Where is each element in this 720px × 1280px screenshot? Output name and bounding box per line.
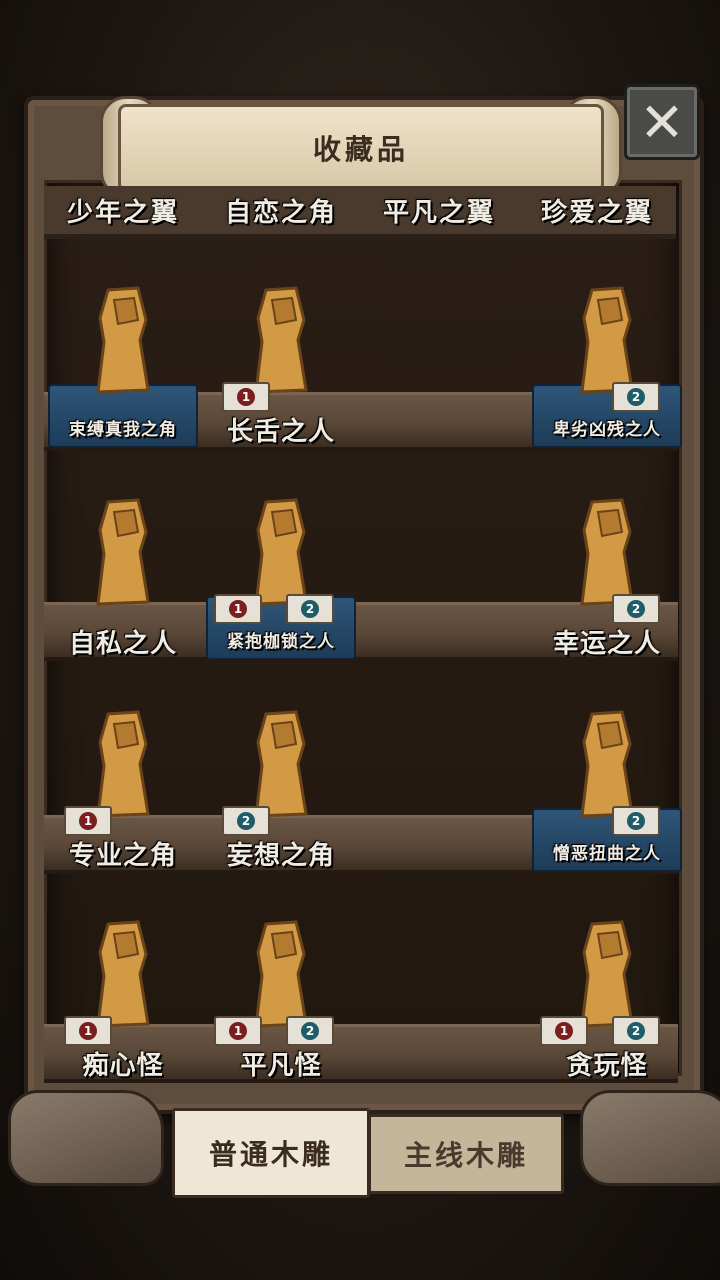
level-card-icon: 1 bbox=[222, 382, 270, 412]
top-label[interactable]: 珍爱之翼 bbox=[541, 192, 653, 229]
page-title: 收藏品 bbox=[312, 133, 409, 166]
collectible-slot[interactable]: 2 卑劣凶残之人 bbox=[532, 248, 682, 448]
level-card-icon: 2 bbox=[286, 1016, 334, 1046]
collectible-name: 束缚真我之角 bbox=[69, 420, 177, 440]
collectible-name: 贪玩怪 bbox=[566, 1051, 648, 1081]
level-card-icon: 2 bbox=[612, 382, 660, 412]
rock-decoration-left bbox=[8, 1090, 164, 1186]
level-card-icon: 2 bbox=[612, 594, 660, 624]
collectible-name: 长舌之人 bbox=[226, 417, 335, 447]
top-label[interactable]: 少年之翼 bbox=[67, 192, 179, 229]
collectible-slot[interactable]: 1 痴心怪 bbox=[48, 882, 198, 1082]
collectible-slot[interactable]: 自私之人 bbox=[48, 460, 198, 660]
collectible-slot[interactable]: 束缚真我之角 bbox=[48, 248, 198, 448]
level-card-icon: 2 bbox=[222, 806, 270, 836]
collectible-name: 卑劣凶残之人 bbox=[553, 420, 661, 440]
level-card-icon: 2 bbox=[612, 1016, 660, 1046]
tab-main-carving[interactable]: 主线木雕 bbox=[368, 1114, 564, 1194]
collectible-name: 自私之人 bbox=[68, 629, 177, 659]
level-card-icon: 1 bbox=[214, 1016, 262, 1046]
level-card-icon: 1 bbox=[64, 806, 112, 836]
level-card-icon: 1 bbox=[214, 594, 262, 624]
collectible-slot[interactable]: 1 2 紧抱枷锁之人 bbox=[206, 460, 356, 660]
rock-decoration-right bbox=[580, 1090, 720, 1186]
level-card-icon: 1 bbox=[64, 1016, 112, 1046]
level-card-icon: 1 bbox=[540, 1016, 588, 1046]
collectible-name: 憎恶扭曲之人 bbox=[553, 844, 661, 864]
collectible-name: 紧抱枷锁之人 bbox=[227, 632, 335, 652]
title-banner: 收藏品 bbox=[118, 104, 604, 192]
collectible-name: 专业之角 bbox=[68, 841, 177, 871]
top-label[interactable]: 自恋之角 bbox=[225, 192, 337, 229]
collectible-name: 平凡怪 bbox=[240, 1051, 322, 1081]
top-label[interactable]: 平凡之翼 bbox=[383, 192, 495, 229]
close-x-icon[interactable]: ✕ bbox=[624, 84, 700, 160]
collectible-slot[interactable]: 2 憎恶扭曲之人 bbox=[532, 672, 682, 872]
collectible-slot[interactable]: 1 专业之角 bbox=[48, 672, 198, 872]
collectible-slot[interactable]: 1 2 贪玩怪 bbox=[532, 882, 682, 1082]
collectible-name: 痴心怪 bbox=[82, 1051, 164, 1081]
collectible-slot[interactable]: 2 妄想之角 bbox=[206, 672, 356, 872]
collectible-name: 妄想之角 bbox=[226, 841, 335, 871]
level-card-icon: 2 bbox=[612, 806, 660, 836]
collectible-slot[interactable]: 1 2 平凡怪 bbox=[206, 882, 356, 1082]
collectible-name: 幸运之人 bbox=[552, 629, 661, 659]
wood-carving-statue-icon bbox=[96, 498, 150, 606]
collectible-slot[interactable]: 2 幸运之人 bbox=[532, 460, 682, 660]
wood-carving-statue-icon bbox=[96, 286, 150, 394]
tab-normal-carving[interactable]: 普通木雕 bbox=[172, 1108, 370, 1198]
level-card-icon: 2 bbox=[286, 594, 334, 624]
collectible-slot[interactable]: 1 长舌之人 bbox=[206, 248, 356, 448]
top-label-bar: 少年之翼 自恋之角 平凡之翼 珍爱之翼 bbox=[44, 186, 676, 239]
